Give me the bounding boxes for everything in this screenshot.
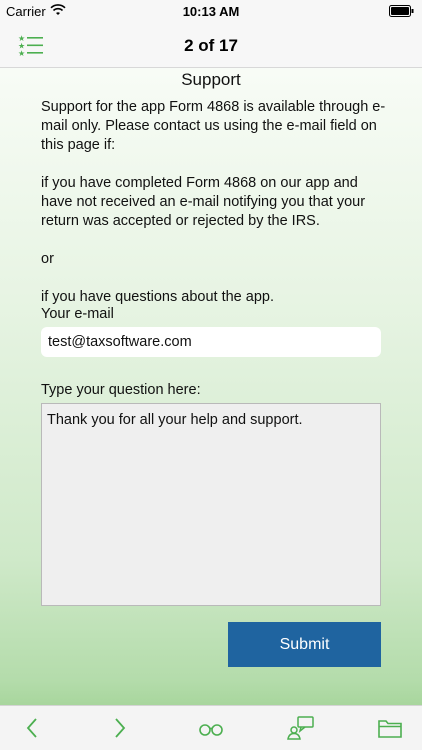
status-bar: Carrier 10:13 AM bbox=[0, 0, 422, 22]
folder-icon[interactable] bbox=[377, 716, 403, 740]
support-paragraph: Support for the app Form 4868 is availab… bbox=[41, 99, 386, 153]
page-counter: 2 of 17 bbox=[184, 36, 238, 55]
support-paragraph: if you have questions about the app. bbox=[41, 289, 274, 305]
email-field[interactable] bbox=[41, 327, 381, 357]
email-label: Your e-mail bbox=[41, 306, 114, 322]
bottom-toolbar bbox=[0, 705, 422, 750]
question-label: Type your question here: bbox=[41, 382, 201, 398]
battery-icon bbox=[389, 5, 414, 17]
back-arrow-icon[interactable] bbox=[24, 716, 40, 740]
nav-bar: ★ ★ ★ 2 of 17 bbox=[0, 22, 422, 68]
submit-button[interactable]: Submit bbox=[228, 622, 381, 667]
status-time: 10:13 AM bbox=[182, 4, 240, 19]
support-description: Support for the app Form 4868 is availab… bbox=[41, 98, 386, 326]
forward-arrow-icon[interactable] bbox=[112, 716, 128, 740]
question-textarea[interactable]: Thank you for all your help and support. bbox=[41, 403, 381, 606]
glasses-icon[interactable] bbox=[198, 716, 224, 740]
page-title: Support bbox=[181, 70, 241, 89]
support-paragraph: or bbox=[41, 251, 54, 267]
support-paragraph: if you have completed Form 4868 on our a… bbox=[41, 175, 366, 229]
chat-icon[interactable] bbox=[287, 716, 315, 740]
